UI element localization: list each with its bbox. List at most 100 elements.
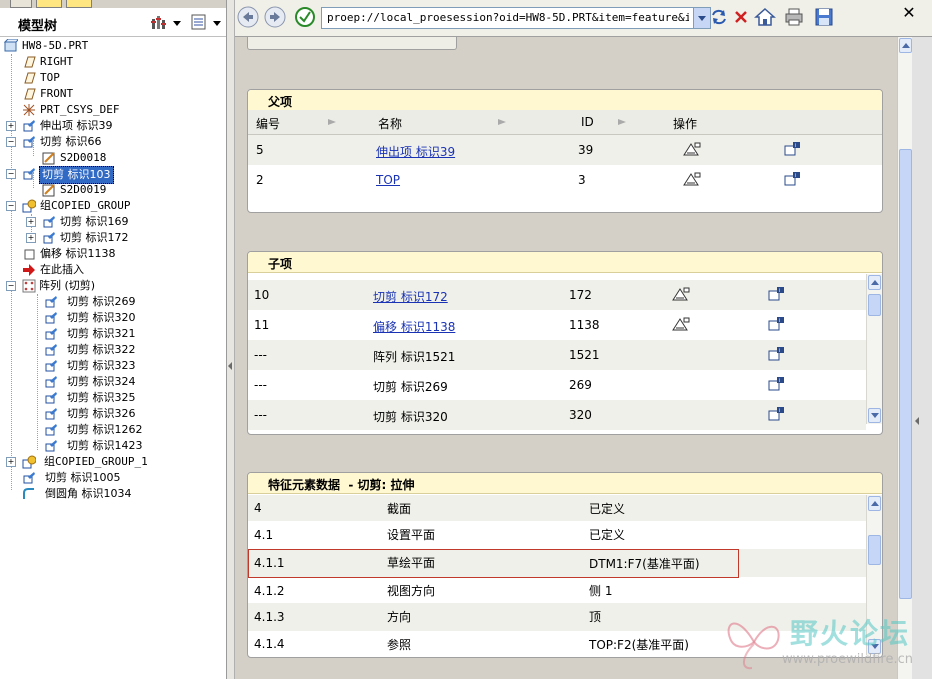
cut-icon	[45, 360, 57, 372]
tree-header: 模型树	[0, 8, 226, 37]
scroll-up-icon[interactable]	[868, 496, 881, 511]
cut-icon	[43, 216, 55, 228]
tree-settings-icon[interactable]	[150, 13, 168, 31]
info-icon[interactable]: i	[784, 142, 802, 156]
go-icon[interactable]	[294, 6, 316, 28]
collapse-icon[interactable]: −	[6, 201, 16, 211]
pane-splitter[interactable]	[227, 0, 235, 679]
feature-link[interactable]: 切剪 标识172	[373, 288, 448, 305]
model-tree-panel: 模型树 HW8-5D.PRT RIGHT TOP FRONT PRT_CSYS_…	[0, 0, 227, 679]
info-icon[interactable]: i	[768, 407, 786, 421]
svg-text:i: i	[779, 378, 780, 384]
children-panel: 子项 10 切剪 标识172 172 i 11 偏移 标识1138 1138 i…	[247, 251, 883, 435]
tab-model-tree[interactable]	[10, 0, 32, 8]
save-icon[interactable]	[813, 6, 835, 28]
previous-panel-edge	[247, 37, 457, 50]
collapse-icon[interactable]: −	[6, 281, 16, 291]
scroll-up-icon[interactable]	[899, 38, 912, 53]
info-icon[interactable]: i	[768, 287, 786, 301]
edit-definition-icon[interactable]	[672, 287, 690, 301]
edit-definition-icon[interactable]	[672, 317, 690, 331]
svg-text:i: i	[779, 408, 780, 414]
sort-icon[interactable]	[618, 119, 626, 125]
scroll-down-icon[interactable]	[868, 408, 881, 423]
print-icon[interactable]	[783, 6, 805, 28]
scroll-thumb[interactable]	[868, 535, 881, 565]
tree-show-dropdown-icon[interactable]	[213, 21, 221, 26]
sort-icon[interactable]	[328, 119, 336, 125]
cut-icon	[45, 408, 57, 420]
col-id[interactable]: ID	[581, 115, 594, 129]
element-data-title: 特征元素数据 - 切剪: 拉伸	[268, 478, 415, 492]
tree-show-icon[interactable]	[190, 13, 208, 31]
annotation-highlight-box	[248, 549, 739, 578]
part-icon	[4, 39, 18, 52]
parents-title-bar: 父项	[248, 90, 882, 111]
forward-icon[interactable]	[264, 6, 286, 28]
edit-definition-icon[interactable]	[683, 172, 701, 186]
cut-icon	[23, 168, 35, 180]
main-scrollbar[interactable]	[897, 37, 913, 679]
graphics-window-edge	[912, 37, 932, 679]
col-number[interactable]: 编号	[256, 115, 280, 132]
feature-info-content: 父项 编号 名称 ID 操作 5 伸出项 标识39 39 i 2 TOP 3 i…	[235, 37, 897, 679]
offset-icon	[24, 249, 35, 260]
children-scrollbar[interactable]	[866, 274, 882, 424]
col-name[interactable]: 名称	[378, 115, 402, 132]
table-row: 11 偏移 标识1138 1138 i	[248, 310, 866, 340]
tree-settings-dropdown-icon[interactable]	[173, 21, 181, 26]
expand-icon[interactable]: +	[6, 457, 16, 467]
children-title-bar: 子项	[248, 252, 882, 273]
butterfly-logo-icon	[727, 622, 780, 670]
svg-text:i: i	[779, 348, 780, 354]
home-icon[interactable]	[754, 6, 776, 28]
feature-link[interactable]: 偏移 标识1138	[373, 318, 455, 335]
info-icon[interactable]: i	[784, 172, 802, 186]
collapse-left-icon[interactable]	[228, 362, 232, 370]
collapse-icon[interactable]: −	[6, 137, 16, 147]
datum-plane-icon	[24, 56, 36, 68]
expand-icon[interactable]: +	[26, 233, 36, 243]
collapse-icon[interactable]: −	[6, 169, 16, 179]
insert-arrow-icon	[23, 264, 35, 276]
address-text: proep://local_proesession?oid=HW8-5D.PRT…	[327, 11, 689, 24]
cut-icon	[45, 392, 57, 404]
forum-watermark: 野火论坛 www.proewildfire.cn	[722, 608, 932, 679]
svg-text:i: i	[795, 143, 796, 149]
table-row: --- 切剪 标识269 269 i	[248, 370, 866, 400]
info-icon[interactable]: i	[768, 317, 786, 331]
refresh-icon[interactable]	[708, 6, 730, 28]
watermark-url: www.proewildfire.cn	[782, 652, 913, 667]
feature-link[interactable]: TOP	[376, 173, 400, 187]
edit-definition-icon[interactable]	[683, 142, 701, 156]
info-icon[interactable]: i	[768, 377, 786, 391]
info-icon[interactable]: i	[768, 347, 786, 361]
element-data-title-bar: 特征元素数据 - 切剪: 拉伸	[248, 473, 882, 494]
parents-title: 父项	[268, 95, 293, 109]
stop-icon[interactable]	[730, 6, 752, 28]
csys-icon	[23, 104, 35, 116]
close-browser-icon[interactable]: ✕	[898, 2, 920, 24]
expand-icon[interactable]: +	[26, 217, 36, 227]
tab-folder-browser[interactable]	[36, 0, 62, 8]
collapse-right-icon[interactable]	[915, 417, 919, 425]
back-icon[interactable]	[237, 6, 259, 28]
sort-icon[interactable]	[498, 119, 506, 125]
table-row: 4.1.2 视图方向 侧 1	[254, 584, 613, 598]
expand-icon[interactable]: +	[6, 121, 16, 131]
tab-favorites[interactable]	[66, 0, 92, 8]
children-title: 子项	[268, 257, 293, 271]
feature-link[interactable]: 伸出项 标识39	[376, 143, 455, 160]
cut-icon	[45, 312, 57, 324]
browser-toolbar: proep://local_proesession?oid=HW8-5D.PRT…	[235, 0, 932, 37]
address-bar[interactable]: proep://local_proesession?oid=HW8-5D.PRT…	[321, 7, 711, 29]
datum-plane-icon	[24, 88, 36, 100]
scroll-thumb[interactable]	[899, 149, 912, 599]
navigator-tabs	[0, 0, 226, 8]
svg-text:i: i	[779, 318, 780, 324]
scroll-thumb[interactable]	[868, 294, 881, 316]
watermark-text: 野火论坛	[790, 617, 911, 650]
datum-plane-icon	[24, 72, 36, 84]
scroll-up-icon[interactable]	[868, 275, 881, 290]
cut-icon	[45, 328, 57, 340]
